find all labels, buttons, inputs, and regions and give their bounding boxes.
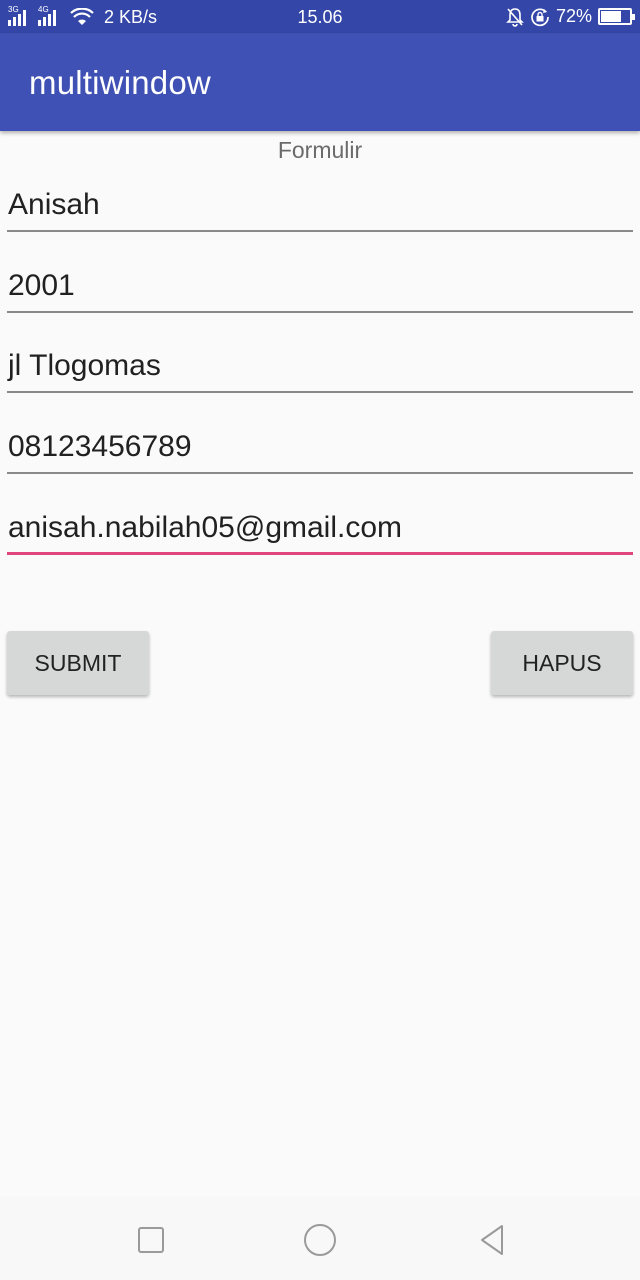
address-field[interactable]: jl Tlogomas xyxy=(7,333,633,393)
status-bar: 3G 4G 2 KB/s 15.06 72% xyxy=(0,0,640,33)
bell-muted-icon xyxy=(506,7,524,27)
battery-icon xyxy=(598,8,635,25)
name-field[interactable]: Anisah xyxy=(7,172,633,232)
year-field-underline xyxy=(7,311,633,313)
battery-percent: 72% xyxy=(555,6,592,26)
battery-level-fill xyxy=(601,11,622,22)
recent-apps-button[interactable] xyxy=(131,1220,171,1260)
app-bar: multiwindow xyxy=(0,33,640,131)
submit-button[interactable]: SUBMIT xyxy=(7,631,149,695)
home-button[interactable] xyxy=(300,1220,340,1260)
delete-button[interactable]: HAPUS xyxy=(491,631,633,695)
address-field-underline xyxy=(7,391,633,393)
status-right-group: 72% xyxy=(506,6,635,27)
year-field-value: 2001 xyxy=(8,269,75,302)
navigation-bar xyxy=(0,1196,640,1280)
year-field[interactable]: 2001 xyxy=(7,253,633,313)
phone-field-value: 08123456789 xyxy=(8,430,192,463)
email-field-underline xyxy=(7,552,633,555)
back-button[interactable] xyxy=(472,1220,512,1260)
email-field-value: anisah.nabilah05@gmail.com xyxy=(8,511,403,544)
email-field[interactable]: anisah.nabilah05@gmail.com xyxy=(7,495,633,555)
address-field-value: jl Tlogomas xyxy=(8,349,161,382)
form-heading: Formulir xyxy=(277,137,363,163)
lock-rotation-icon xyxy=(531,7,549,26)
phone-field[interactable]: 08123456789 xyxy=(7,414,633,474)
home-icon xyxy=(304,1224,336,1256)
recent-apps-icon xyxy=(138,1227,164,1253)
name-field-value: Anisah xyxy=(8,188,100,221)
phone-field-underline xyxy=(7,472,633,474)
name-field-underline xyxy=(7,230,633,232)
back-icon xyxy=(481,1225,503,1255)
app-title: multiwindow xyxy=(29,64,211,101)
